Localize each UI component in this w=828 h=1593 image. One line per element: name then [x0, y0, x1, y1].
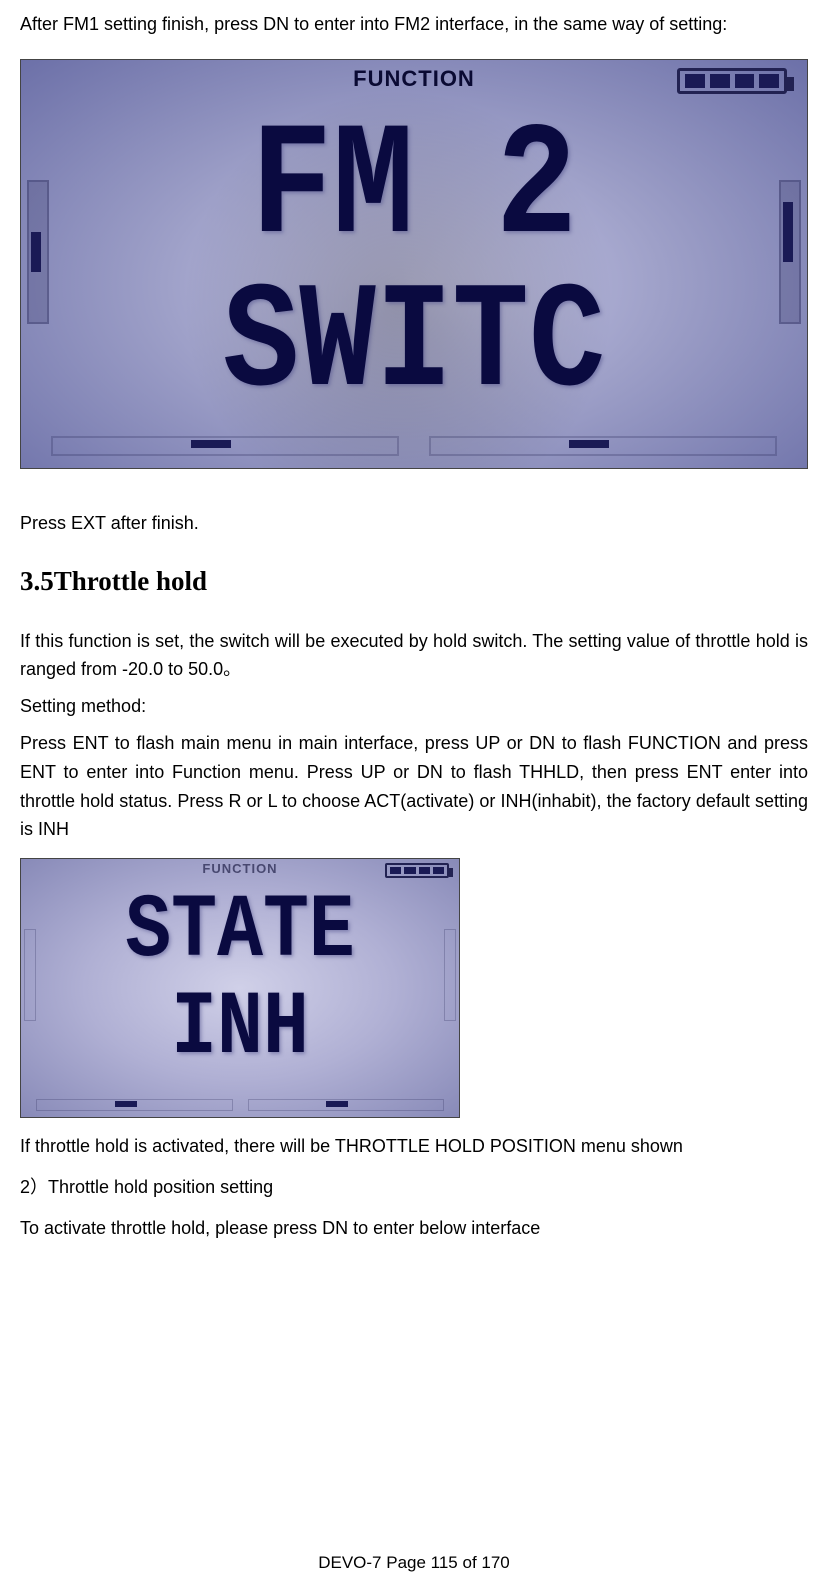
- seg-text: STATE: [125, 887, 355, 977]
- throttle-desc: If this function is set, the switch will…: [20, 627, 808, 685]
- lcd-top-label: FUNCTION: [353, 66, 475, 92]
- step-2-heading: 2）Throttle hold position setting: [20, 1173, 808, 1202]
- step-2-desc: To activate throttle hold, please press …: [20, 1214, 808, 1243]
- intro-paragraph: After FM1 setting finish, press DN to en…: [20, 10, 808, 39]
- battery-icon: [677, 68, 787, 94]
- page-footer: DEVO-7 Page 115 of 170: [20, 1553, 808, 1573]
- section-heading: 3.5Throttle hold: [20, 566, 808, 597]
- lcd-row1: FM 2: [21, 110, 807, 270]
- lcd-figure-fm2: FUNCTION FM 2 SWITC: [20, 59, 808, 469]
- seg-text: SWITC: [223, 270, 606, 420]
- seg-text: INH: [171, 984, 309, 1074]
- lcd-figure-state-inh: FUNCTION STATE INH: [20, 858, 460, 1118]
- lcd-row2: SWITC: [21, 270, 807, 420]
- lcd-bottom-bars: [51, 436, 777, 456]
- lcd-top-label: FUNCTION: [202, 861, 277, 876]
- throttle-activated-note: If throttle hold is activated, there wil…: [20, 1132, 808, 1161]
- lcd-row1: STATE: [21, 887, 459, 977]
- lcd-row2: INH: [21, 984, 459, 1074]
- document-page: After FM1 setting finish, press DN to en…: [0, 0, 828, 1593]
- seg-text: FM 2: [251, 110, 577, 270]
- setting-method-label: Setting method:: [20, 692, 808, 721]
- setting-method-desc: Press ENT to flash main menu in main int…: [20, 729, 808, 844]
- lcd-bottom-bars: [36, 1099, 444, 1111]
- press-ext-text: Press EXT after finish.: [20, 509, 808, 538]
- battery-icon: [385, 863, 449, 878]
